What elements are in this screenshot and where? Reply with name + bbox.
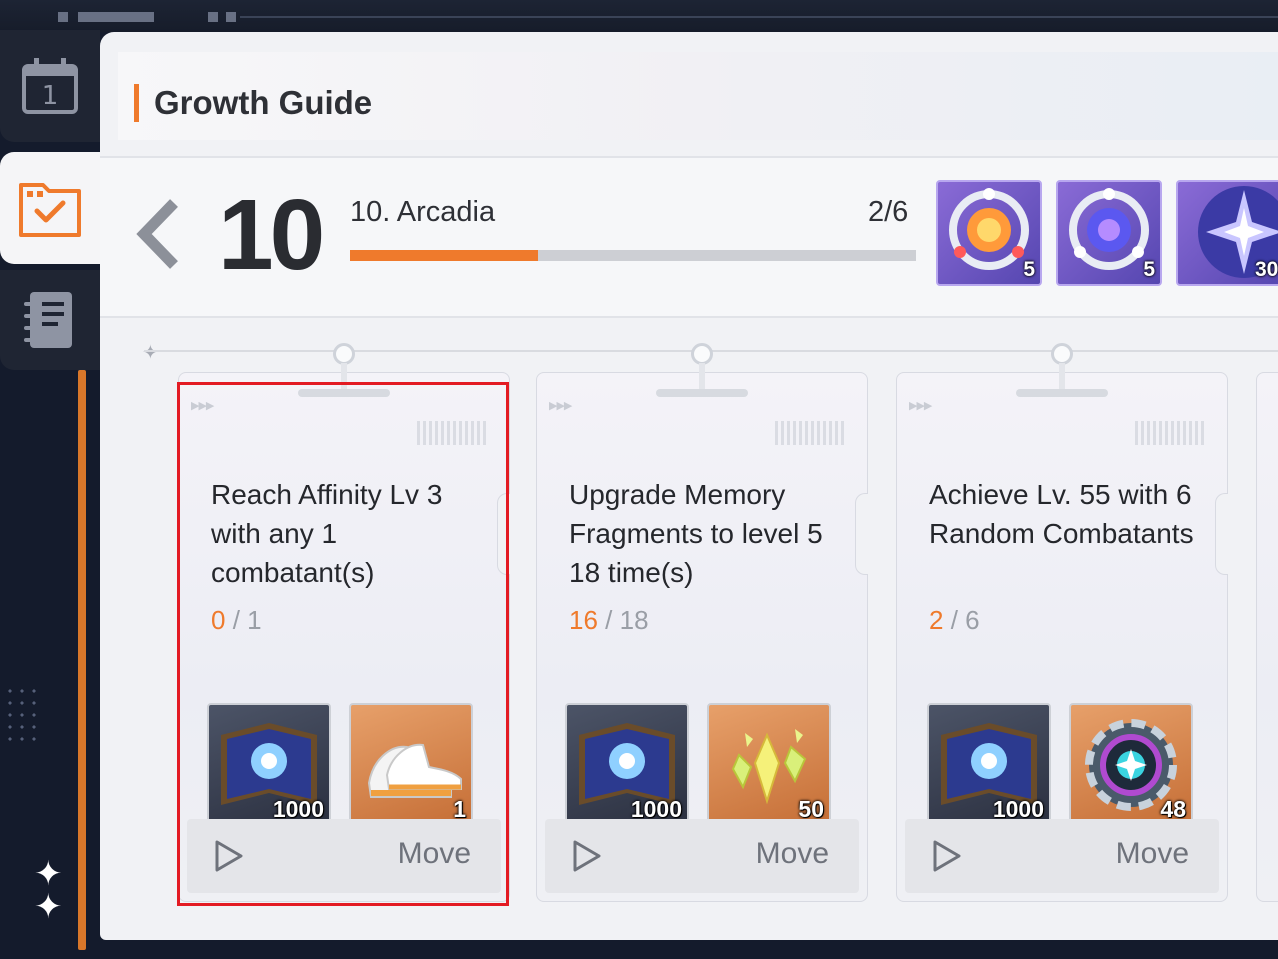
quest-reward-item[interactable]: 1000 [927, 703, 1051, 827]
quest-reward-item[interactable]: 1000 [565, 703, 689, 827]
quest-progress-current: 2 [929, 605, 944, 635]
quest-card[interactable]: ▶▶▶ Achieve Lv. 55 with 6 Random Combata… [896, 343, 1228, 902]
quest-reward-item[interactable]: 48 [1069, 703, 1193, 827]
card-slot [656, 389, 748, 397]
quest-progress-total: 6 [965, 605, 980, 635]
card-arrows-decoration: ▶▶▶ [191, 400, 214, 412]
chevron-left-icon [136, 199, 178, 269]
card-barcode-decoration [1135, 421, 1205, 445]
sparkle-icon: ✦ [34, 888, 63, 926]
card-barcode-decoration [417, 421, 487, 445]
play-icon [215, 840, 243, 872]
previous-stage-button[interactable] [134, 198, 182, 282]
quest-progress-separator: / [605, 605, 613, 635]
quest-card[interactable]: ▶▶▶ Reach Affinity Lv 3 with any 1 comba… [178, 343, 510, 902]
quest-progress-separator: / [950, 605, 958, 635]
frame-barcode-decoration [58, 12, 258, 22]
dot-grid-decoration [4, 685, 36, 745]
card-slot [1016, 389, 1108, 397]
quest-description: Achieve Lv. 55 with 6 Random Combatants [929, 479, 1194, 549]
top-frame-bar [0, 0, 1278, 32]
quest-progress-current: 0 [211, 605, 226, 635]
sparkle-icon: ✦ [34, 855, 63, 893]
rail-star-icon: ✦ [142, 342, 159, 364]
quest-reward-item[interactable]: 50 [707, 703, 831, 827]
card-clip [687, 343, 717, 391]
side-tab-notebook[interactable] [0, 270, 100, 370]
stage-name: 10. Arcadia [350, 196, 496, 228]
svg-text:1: 1 [42, 81, 59, 111]
side-accent-bar [78, 370, 86, 950]
move-button-label: Move [397, 837, 471, 870]
stage-reward-item[interactable]: 300 [1176, 180, 1278, 286]
quest-progress: 16 / 18 [569, 605, 649, 636]
stage-progress-fill [350, 250, 539, 261]
side-tab-checklist[interactable] [0, 152, 100, 264]
frame-line [240, 16, 1278, 18]
reward-quantity: 5 [1143, 258, 1155, 281]
card-arrows-decoration: ▶▶▶ [549, 400, 572, 412]
reward-quantity: 5 [1023, 258, 1035, 281]
stage-reward-item[interactable]: 5 [936, 180, 1042, 286]
stage-row: 10 10. Arcadia 2/6 5 5 30 [100, 156, 1278, 318]
move-button[interactable]: Move [545, 819, 859, 893]
growth-guide-panel: Growth Guide 10 10. Arcadia 2/6 5 5 30 ✦… [100, 32, 1278, 940]
play-icon [573, 840, 601, 872]
stage-number: 10 [218, 179, 325, 291]
quest-progress: 2 / 6 [929, 605, 980, 636]
stage-progress-bar [350, 250, 916, 261]
quest-card[interactable]: ▶▶▶ Upgrade Memory Fragments to level 5 … [536, 343, 868, 902]
move-button[interactable]: Move [187, 819, 501, 893]
quest-card-partial[interactable] [1256, 372, 1278, 902]
play-icon [933, 840, 961, 872]
title-accent-mark [134, 84, 139, 122]
quest-reward-item[interactable]: 1 [349, 703, 473, 827]
stage-progress-text: 2/6 [868, 196, 909, 228]
card-slot [298, 389, 390, 397]
stage-reward-item[interactable]: 5 [1056, 180, 1162, 286]
move-button[interactable]: Move [905, 819, 1219, 893]
title-bar: Growth Guide [118, 52, 1278, 140]
quest-description: Upgrade Memory Fragments to level 5 18 t… [569, 479, 823, 588]
card-clip [1047, 343, 1077, 391]
quest-progress: 0 / 1 [211, 605, 262, 636]
card-barcode-decoration [775, 421, 845, 445]
quest-progress-separator: / [232, 605, 240, 635]
move-button-label: Move [1115, 837, 1189, 870]
card-notch [1215, 493, 1228, 575]
card-notch [497, 493, 510, 575]
quest-progress-total: 18 [619, 605, 649, 635]
card-arrows-decoration: ▶▶▶ [909, 400, 932, 412]
reward-quantity: 300 [1254, 258, 1278, 281]
notebook-icon [24, 292, 72, 348]
card-clip [329, 343, 359, 391]
quest-reward-item[interactable]: 1000 [207, 703, 331, 827]
checklist-folder-icon [19, 183, 81, 237]
move-button-label: Move [755, 837, 829, 870]
quest-progress-current: 16 [569, 605, 598, 635]
calendar-icon: 1 [22, 58, 78, 114]
quest-description: Reach Affinity Lv 3 with any 1 combatant… [211, 479, 443, 588]
card-notch [855, 493, 868, 575]
quest-progress-total: 1 [247, 605, 262, 635]
page-title: Growth Guide [154, 84, 373, 121]
side-tab-calendar[interactable]: 1 [0, 30, 100, 142]
